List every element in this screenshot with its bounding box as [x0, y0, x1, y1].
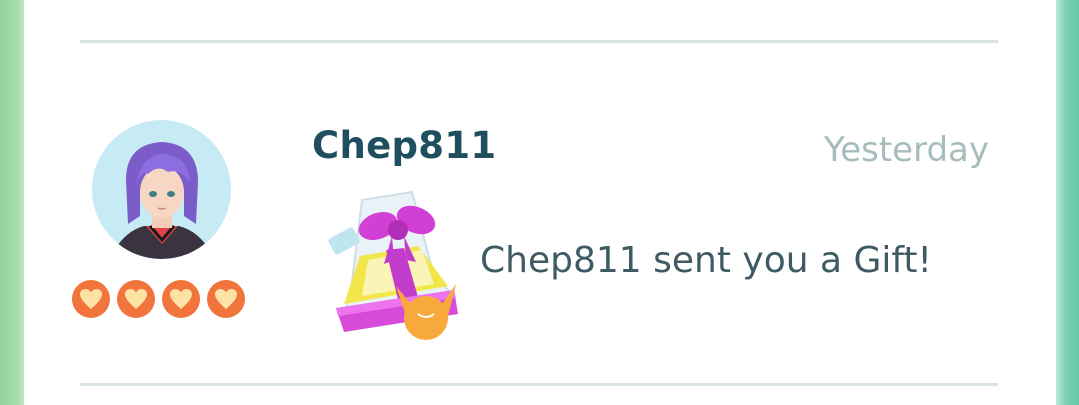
trainer-avatar[interactable]: [92, 120, 231, 259]
friendship-heart-icon: [207, 280, 245, 318]
friendship-level-hearts: [72, 280, 252, 320]
top-divider: [80, 40, 998, 43]
friendship-heart-icon: [117, 280, 155, 318]
friendship-heart-icon: [162, 280, 200, 318]
bottom-divider: [80, 383, 998, 386]
left-edge: [0, 0, 24, 405]
friendship-heart-icon: [72, 280, 110, 318]
right-edge: [1056, 0, 1079, 405]
friend-name[interactable]: Chep811: [312, 124, 496, 167]
gift-message: Chep811 sent you a Gift!: [480, 240, 932, 281]
notification-timestamp: Yesterday: [823, 130, 989, 170]
gift-icon[interactable]: [322, 186, 472, 346]
